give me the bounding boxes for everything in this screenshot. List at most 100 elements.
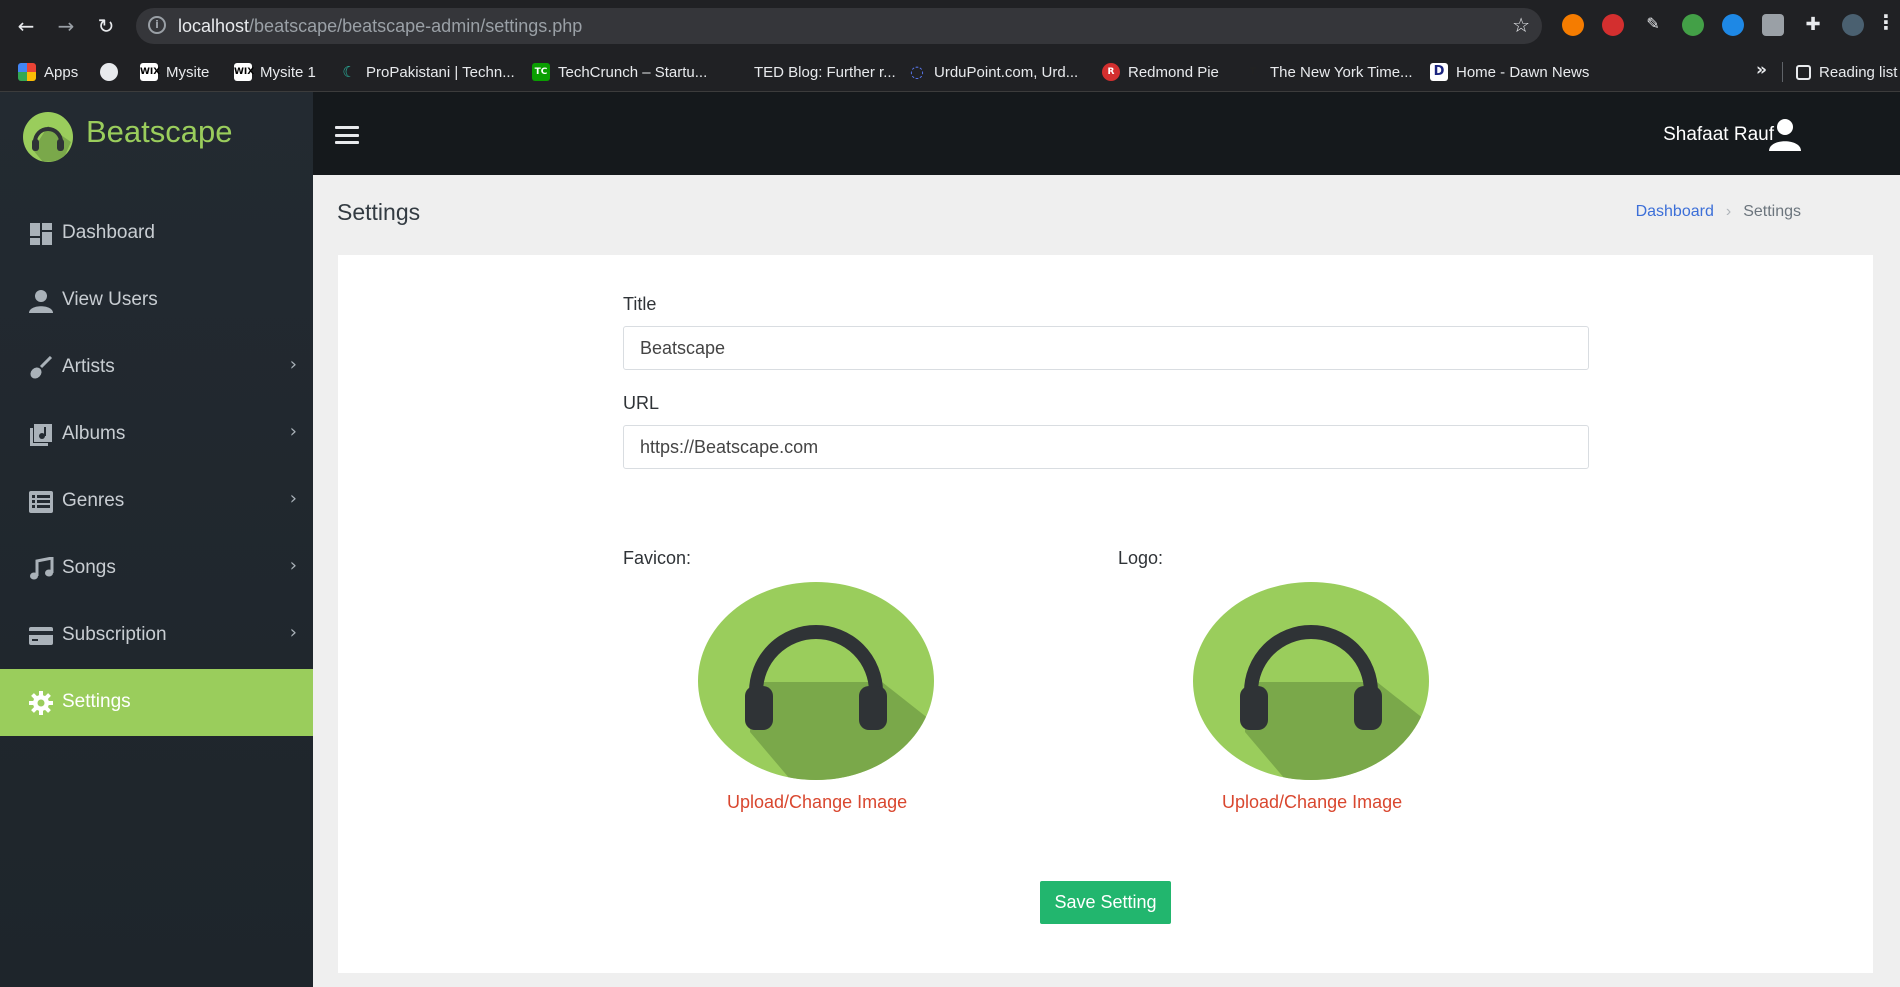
bookmark-label: TED Blog: Further r... — [754, 63, 896, 81]
apps-grid-icon — [18, 63, 36, 81]
user-icon — [29, 290, 53, 313]
bookmark-label: TechCrunch – Startu... — [558, 63, 708, 81]
back-icon[interactable]: ← — [12, 12, 40, 40]
bookmark-mysite-1[interactable]: WIX Mysite 1 — [234, 62, 316, 82]
dawn-icon: D — [1430, 63, 1448, 81]
breadcrumb-current: Settings — [1743, 203, 1801, 220]
techcrunch-icon: TC — [532, 63, 550, 81]
ted-icon — [728, 63, 746, 81]
site-info-icon[interactable]: i — [148, 16, 166, 34]
bookmark-propakistani[interactable]: ☾ ProPakistani | Techn... — [340, 62, 515, 82]
rss-extension-icon[interactable] — [1562, 14, 1584, 36]
profile-avatar-icon[interactable] — [1842, 14, 1864, 36]
sidebar-item-songs[interactable]: Songs › — [0, 535, 313, 602]
credit-card-icon — [29, 627, 53, 645]
address-bar[interactable]: i localhost/beatscape/beatscape-admin/se… — [136, 8, 1542, 44]
sidebar-item-label: View Users — [62, 289, 158, 310]
bookmark-label: Redmond Pie — [1128, 63, 1219, 81]
reading-list-icon — [1796, 64, 1811, 80]
sidebar-item-subscription[interactable]: Subscription › — [0, 602, 313, 669]
forward-icon[interactable]: → — [52, 12, 80, 40]
chevron-right-icon: › — [289, 421, 297, 442]
breadcrumb-dashboard-link[interactable]: Dashboard — [1636, 203, 1714, 221]
sidebar-item-artists[interactable]: Artists › — [0, 334, 313, 401]
propakistani-icon: ☾ — [342, 63, 356, 81]
favicon-label: Favicon: — [623, 548, 692, 568]
logo-preview-image — [1193, 582, 1429, 780]
bookmark-ted[interactable]: TED Blog: Further r... — [728, 62, 896, 82]
url-host: localhost — [178, 16, 250, 36]
pen-extension-icon[interactable]: ✎ — [1642, 14, 1664, 36]
sidebar-item-label: Genres — [62, 490, 125, 511]
menu-toggle-icon[interactable] — [335, 126, 359, 144]
sidebar-item-label: Artists — [62, 356, 115, 377]
url-label: URL — [623, 393, 660, 413]
sidebar-item-albums[interactable]: Albums › — [0, 401, 313, 468]
adblock-extension-icon[interactable] — [1602, 14, 1624, 36]
sidebar-item-label: Settings — [62, 691, 131, 712]
gear-icon — [29, 691, 53, 715]
reading-list[interactable]: Reading list — [1796, 62, 1897, 82]
headphones-logo-icon — [23, 112, 73, 162]
bookmark-nytimes[interactable]: T The New York Time... — [1244, 62, 1413, 82]
browser-menu-icon[interactable]: ⋮ — [1876, 10, 1896, 34]
brand[interactable]: Beatscape — [0, 92, 313, 174]
bookmarks-overflow-icon[interactable]: » — [1756, 60, 1767, 80]
reload-icon[interactable]: ↻ — [92, 12, 120, 40]
music-note-icon — [30, 557, 54, 580]
settings-card: Title URL Favicon: Upload/Change Image L… — [338, 255, 1873, 973]
dashboard-icon — [30, 223, 52, 245]
title-label: Title — [623, 294, 657, 314]
chevron-right-icon: › — [289, 354, 297, 375]
sidebar-item-label: Albums — [62, 423, 126, 444]
sidebar-item-label: Songs — [62, 557, 116, 578]
sidebar-item-label: Dashboard — [62, 222, 155, 243]
camera-extension-icon[interactable] — [1762, 14, 1784, 36]
main-content: Settings Dashboard › Settings Title URL … — [313, 175, 1900, 987]
logo-upload-link[interactable]: Upload/Change Image — [1222, 792, 1402, 813]
bookmark-apps[interactable]: Apps — [18, 62, 78, 82]
bookmark-redmond-pie[interactable]: R Redmond Pie — [1102, 62, 1219, 82]
save-setting-button[interactable]: Save Setting — [1040, 881, 1171, 924]
bookmark-star-icon[interactable]: ☆ — [1512, 13, 1530, 37]
wix-icon: WIX — [234, 63, 254, 81]
infinity-extension-icon[interactable] — [1722, 14, 1744, 36]
favicon-upload-link[interactable]: Upload/Change Image — [727, 792, 907, 813]
address-url[interactable]: localhost/beatscape/beatscape-admin/sett… — [178, 16, 582, 37]
user-name[interactable]: Shafaat Rauf — [1663, 124, 1774, 146]
bookmark-label: ProPakistani | Techn... — [366, 63, 515, 81]
google-extension-icon[interactable] — [1682, 14, 1704, 36]
bookmark-urdupoint[interactable]: ◌ UrduPoint.com, Urd... — [908, 62, 1078, 82]
page-title: Settings — [337, 199, 421, 225]
sidebar-item-view-users[interactable]: View Users — [0, 267, 313, 334]
bookmarks-bar: Apps WIX Mysite WIX Mysite 1 ☾ ProPakist… — [0, 52, 1900, 92]
sidebar-item-dashboard[interactable]: Dashboard — [0, 200, 313, 267]
browser-toolbar: ← → ↻ i localhost/beatscape/beatscape-ad… — [0, 0, 1900, 52]
bookmark-label: Mysite — [166, 63, 210, 81]
breadcrumb-separator-icon: › — [1725, 203, 1732, 220]
bookmark-globe[interactable] — [100, 62, 118, 82]
reading-list-label: Reading list — [1819, 63, 1898, 81]
urdupoint-icon: ◌ — [910, 62, 924, 81]
url-input[interactable] — [623, 425, 1589, 469]
album-icon — [30, 424, 52, 446]
logo-label: Logo: — [1118, 548, 1164, 568]
sidebar: Beatscape Dashboard View Users Artists › — [0, 92, 313, 987]
top-navbar: Shafaat Rauf — [313, 92, 1900, 175]
bookmark-dawn-news[interactable]: D Home - Dawn News — [1430, 62, 1589, 82]
bookmark-techcrunch[interactable]: TC TechCrunch – Startu... — [532, 62, 707, 82]
nytimes-icon: T — [1249, 67, 1257, 77]
globe-icon — [100, 63, 118, 81]
sidebar-item-genres[interactable]: Genres › — [0, 468, 313, 535]
breadcrumb: Dashboard › Settings — [1636, 203, 1801, 221]
extensions-puzzle-icon[interactable]: ✚ — [1802, 14, 1824, 36]
bookmark-label: UrduPoint.com, Urd... — [934, 63, 1079, 81]
sidebar-item-settings[interactable]: Settings — [0, 669, 313, 736]
brand-name: Beatscape — [86, 114, 233, 149]
title-input[interactable] — [623, 326, 1589, 370]
user-avatar-icon[interactable] — [1768, 117, 1802, 151]
bookmarks-divider — [1782, 62, 1783, 82]
bookmark-mysite[interactable]: WIX Mysite — [140, 62, 209, 82]
guitar-icon — [30, 356, 53, 379]
wix-icon: WIX — [140, 63, 160, 81]
